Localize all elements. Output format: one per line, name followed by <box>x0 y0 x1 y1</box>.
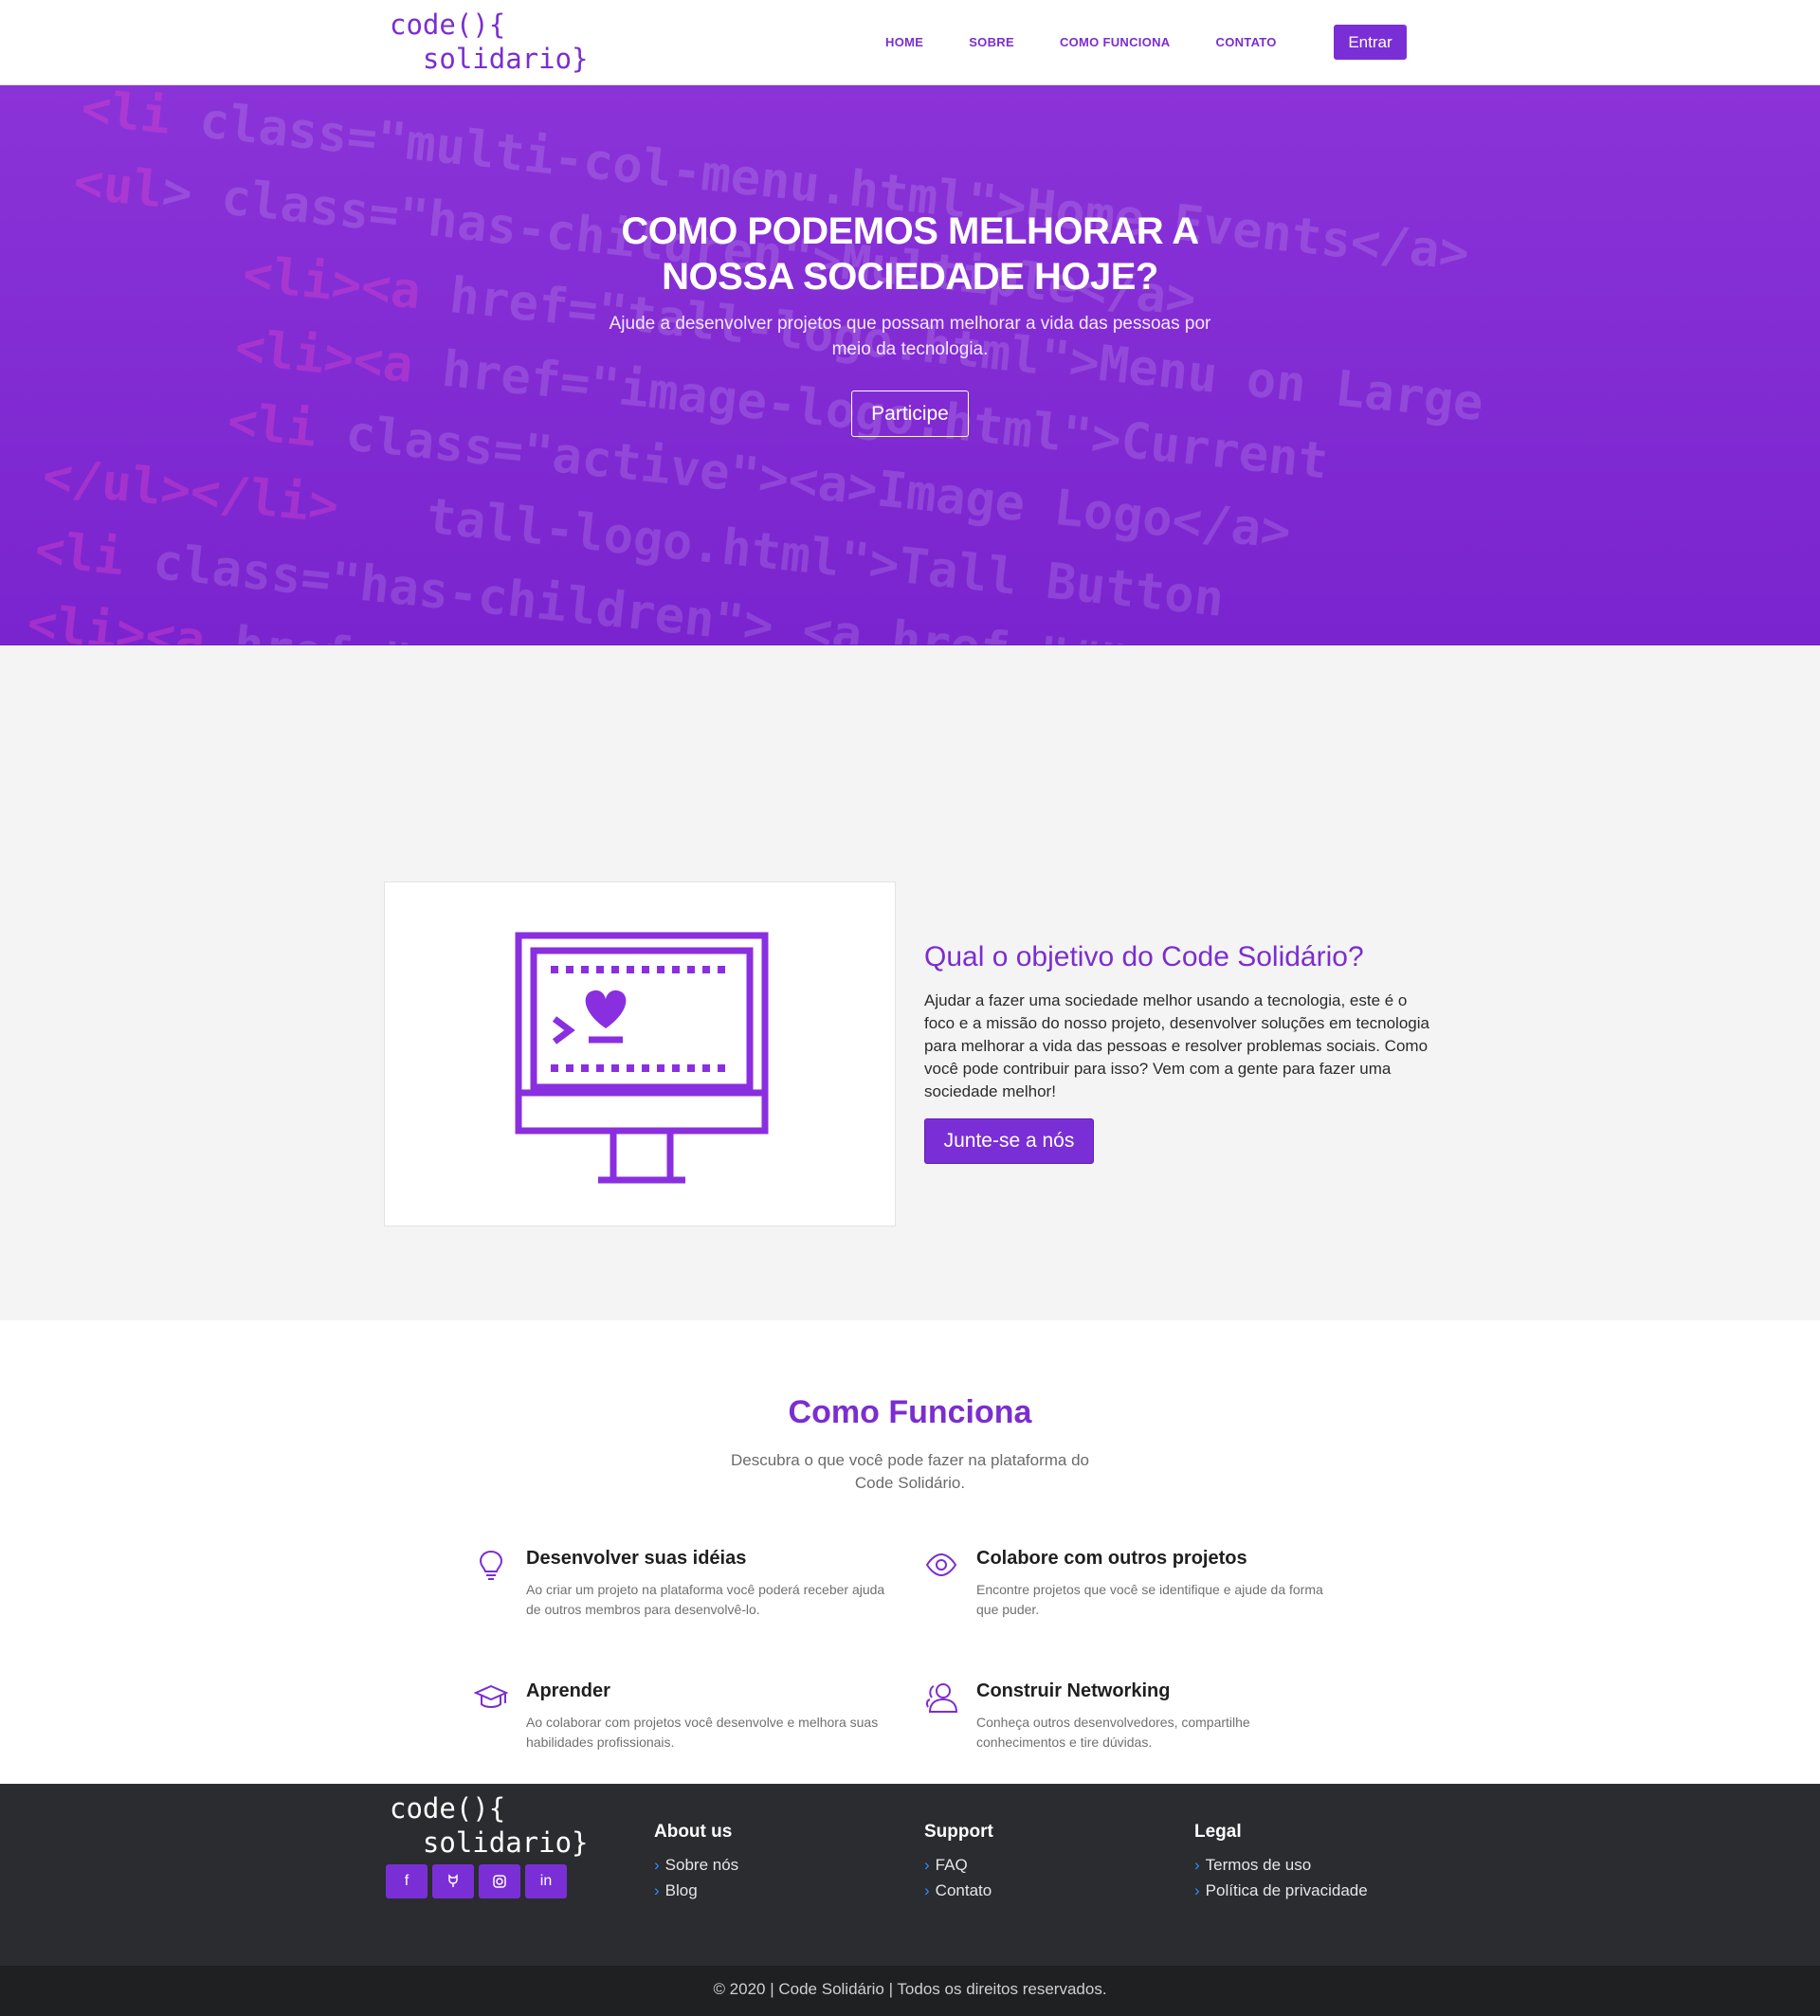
feature-title: Desenvolver suas idéias <box>526 1548 747 1569</box>
footer-col-title: Legal <box>1194 1822 1242 1842</box>
feature-title: Colabore com outros projetos <box>976 1548 1247 1569</box>
hero-title-line1: COMO PODEMOS MELHORAR A <box>621 210 1199 252</box>
logo[interactable]: code(){ solidario} <box>390 8 589 76</box>
navbar: code(){ solidario} HOME SOBRE COMO FUNCI… <box>0 0 1820 85</box>
nav-como-funciona[interactable]: COMO FUNCIONA <box>1060 35 1171 49</box>
footer: code(){ solidario} f in About us › Sobre … <box>0 1784 1820 1966</box>
footer-link-privacidade[interactable]: › Política de privacidade <box>1194 1878 1368 1903</box>
feature-body: Encontre projetos que você se identifiqu… <box>976 1582 1323 1617</box>
github-icon[interactable] <box>432 1864 474 1898</box>
feature-body: Conheça outros desenvolvedores, comparti… <box>976 1715 1250 1750</box>
feature-body: Ao criar um projeto na plataforma você p… <box>526 1582 885 1617</box>
hero-banner: <li class="multi-col-menu.html">Home Eve… <box>0 85 1820 645</box>
objetivo-section: Qual o objetivo do Code Solidário? Ajuda… <box>0 646 1820 1320</box>
como-funciona-section: Como Funciona Descubra o que você pode f… <box>0 1320 1820 1784</box>
feature-body: Ao colaborar com projetos você desenvolv… <box>526 1715 879 1750</box>
users-icon <box>925 1683 958 1713</box>
junte-se-button[interactable]: Junte-se a nós <box>924 1118 1094 1164</box>
feature-title: Aprender <box>526 1680 610 1701</box>
participe-button[interactable]: Participe <box>851 390 969 437</box>
main-nav: HOME SOBRE COMO FUNCIONA CONTATO <box>885 25 1322 59</box>
nav-home[interactable]: HOME <box>885 35 923 49</box>
footer-col-about: About us › Sobre nós › Blog <box>654 1822 738 1903</box>
footer-col-title: About us <box>654 1822 733 1842</box>
como-funciona-subtitle: Descubra o que você pode fazer na plataf… <box>730 1451 1090 1492</box>
objetivo-body: Ajudar a fazer uma sociedade melhor usan… <box>924 991 1429 1100</box>
hero-title-line2: NOSSA SOCIEDADE HOJE? <box>662 256 1158 298</box>
objetivo-text: Qual o objetivo do Code Solidário? Ajuda… <box>924 940 1436 1164</box>
eye-icon <box>925 1553 957 1577</box>
feature-title: Construir Networking <box>976 1680 1171 1701</box>
footer-link-faq[interactable]: › FAQ <box>924 1852 993 1878</box>
nav-sobre[interactable]: SOBRE <box>969 35 1014 49</box>
graduation-cap-icon <box>474 1684 508 1708</box>
nav-contato[interactable]: CONTATO <box>1216 35 1277 49</box>
social-links: f in <box>386 1864 572 1898</box>
footer-col-title: Support <box>924 1822 993 1842</box>
lightbulb-icon <box>479 1550 503 1580</box>
login-button[interactable]: Entrar <box>1334 25 1407 60</box>
como-funciona-title: Como Funciona <box>788 1394 1032 1430</box>
copyright-bar: © 2020 | Code Solidário | Todos os direi… <box>0 1966 1820 2016</box>
illustration-card <box>384 881 896 1226</box>
footer-logo[interactable]: code(){ solidario} <box>390 1791 589 1860</box>
footer-col-support: Support › FAQ › Contato <box>924 1822 993 1903</box>
footer-col-legal: Legal › Termos de uso › Política de privac… <box>1194 1822 1368 1903</box>
linkedin-icon[interactable]: in <box>525 1864 567 1898</box>
hero-title: COMO PODEMOS MELHORAR A NOSSA SOCIEDADE … <box>531 209 1289 300</box>
hero-subtitle: Ajude a desenvolver projetos que possam … <box>609 314 1211 359</box>
computer-heart-icon <box>515 932 769 1184</box>
instagram-icon[interactable] <box>479 1864 520 1898</box>
hero-content: COMO PODEMOS MELHORAR A NOSSA SOCIEDADE … <box>531 209 1289 437</box>
footer-link-termos[interactable]: › Termos de uso <box>1194 1852 1368 1878</box>
footer-link-blog[interactable]: › Blog <box>654 1878 738 1903</box>
footer-link-sobre[interactable]: › Sobre nós <box>654 1852 738 1878</box>
objetivo-title: Qual o objetivo do Code Solidário? <box>924 941 1364 972</box>
footer-link-contato[interactable]: › Contato <box>924 1878 993 1903</box>
facebook-icon[interactable]: f <box>386 1864 428 1898</box>
